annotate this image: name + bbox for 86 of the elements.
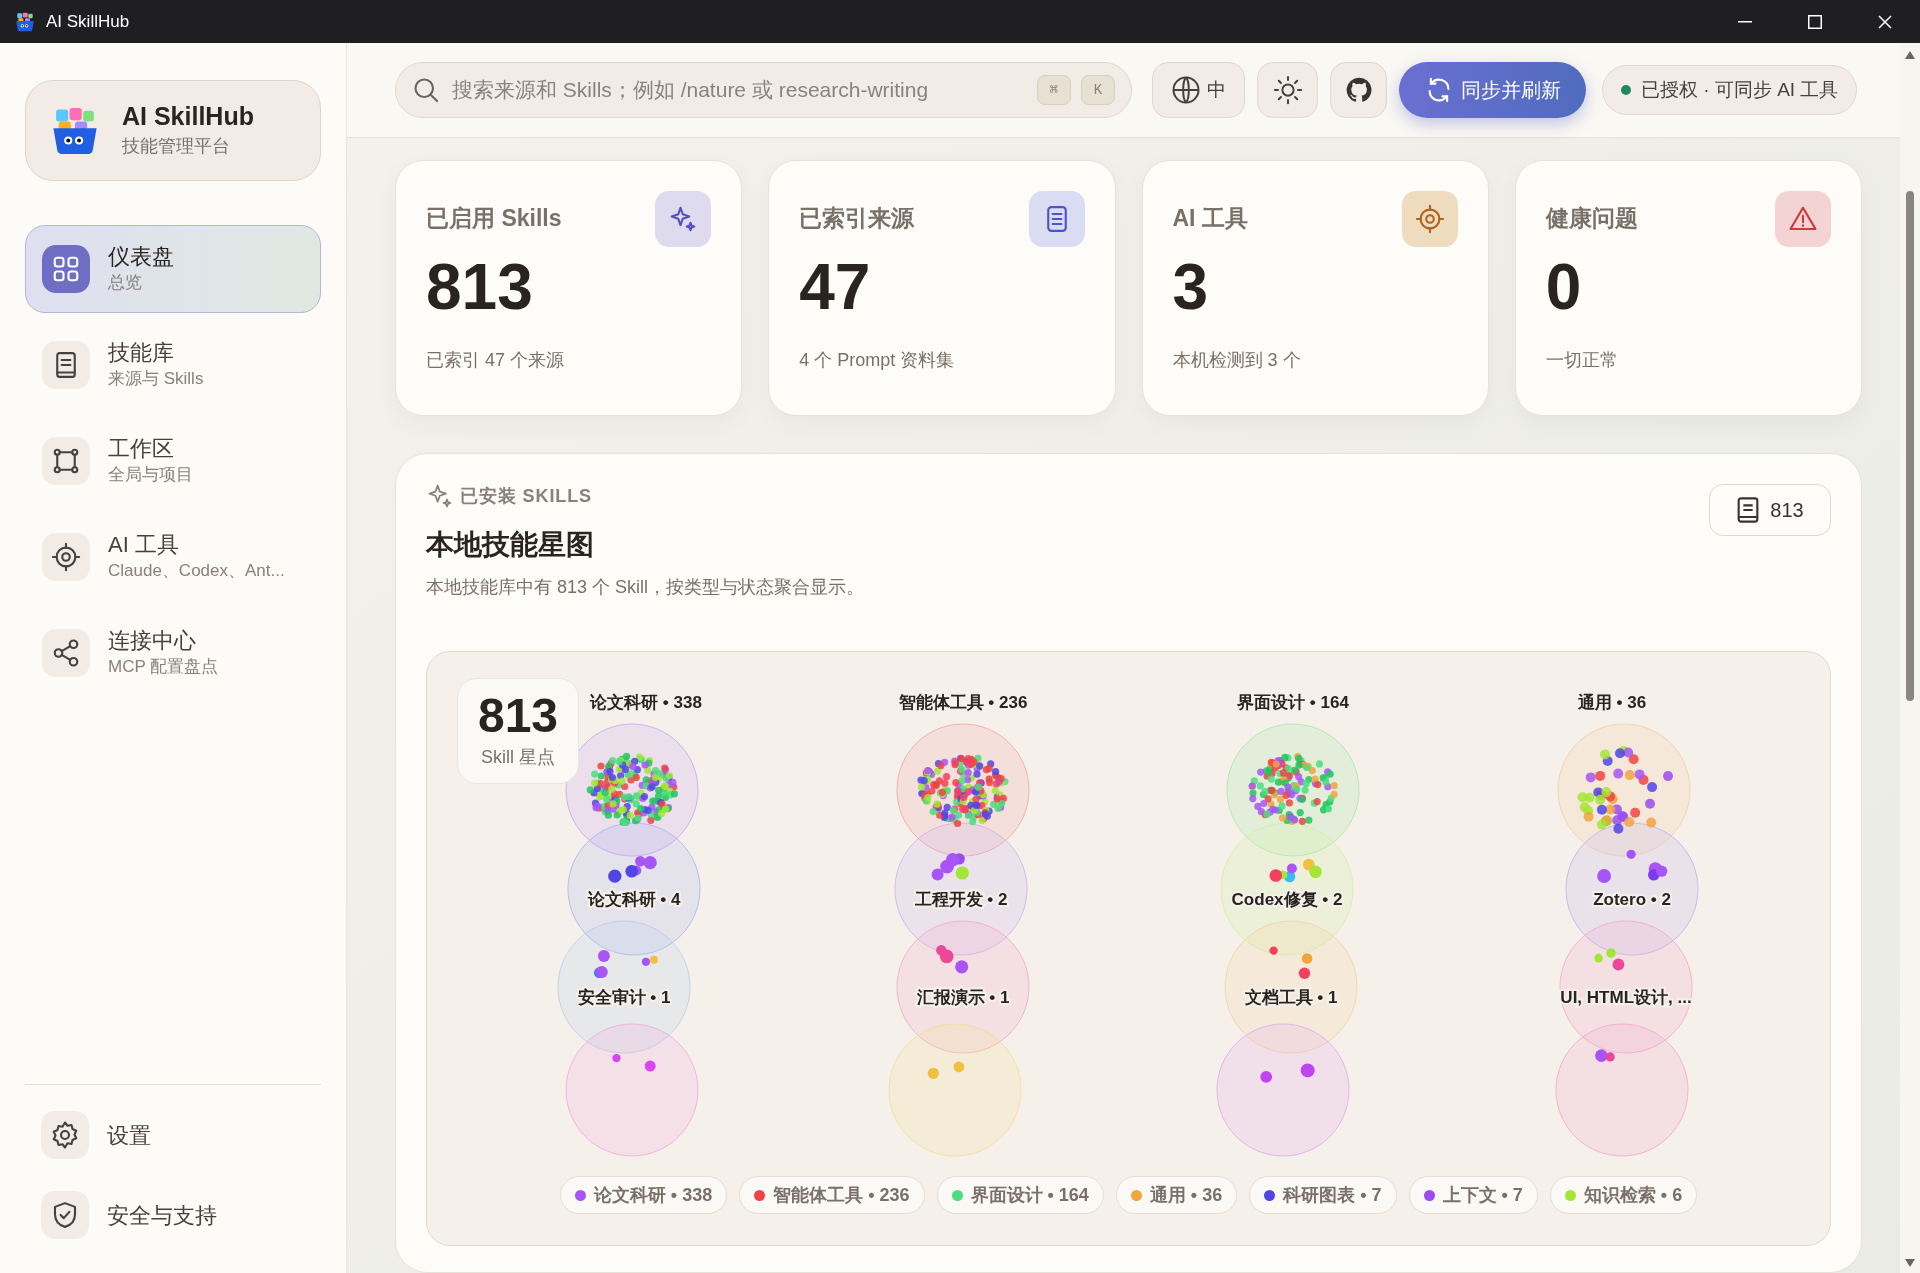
globe-icon <box>1171 75 1201 105</box>
cluster-label: UI, HTML设计, ... <box>1560 988 1692 1007</box>
legend-label: 界面设计 • 164 <box>970 1183 1089 1207</box>
cluster-label: Codex修复 • 2 <box>1231 890 1343 909</box>
skill-dots-drawing <box>935 945 968 974</box>
count-badge: 813 <box>1709 484 1831 536</box>
nav-item[interactable]: 工作区 全局与项目 <box>25 417 321 505</box>
skill-dots-drawing <box>1269 946 1313 979</box>
nav-item[interactable]: AI 工具 Claude、Codex、Ant... <box>25 513 321 601</box>
section-eyebrow: 已安装 SKILLS <box>460 484 592 508</box>
stat-title: 已索引来源 <box>799 204 915 233</box>
skill-dots-drawing <box>1597 849 1668 883</box>
legend-label: 上下文 • 7 <box>1442 1183 1523 1207</box>
sync-button[interactable]: 同步并刷新 <box>1399 62 1586 118</box>
shortcut-key: ⌘ <box>1037 75 1071 105</box>
stat-title: 已启用 Skills <box>426 204 562 233</box>
cluster-title: 界面设计 • 164 <box>1237 693 1350 712</box>
stat-note: 本机检测到 3 个 <box>1172 349 1302 372</box>
stat-note: 已索引 47 个来源 <box>426 349 566 372</box>
search-input[interactable]: 搜索来源和 Skills；例如 /nature 或 research-writing <box>452 74 1025 106</box>
target-icon <box>1414 204 1445 234</box>
brand-name: AI SkillHub <box>122 101 254 133</box>
skill-dots-drawing <box>1595 1049 1615 1062</box>
legend-label: 科研图表 • 7 <box>1283 1183 1382 1207</box>
app-logo-icon <box>14 10 36 33</box>
cluster-title: 通用 • 36 <box>1577 693 1647 712</box>
sparkle-icon <box>426 482 454 510</box>
window-title: AI SkillHub <box>46 10 130 33</box>
nav-item[interactable]: 设置 <box>25 1107 321 1163</box>
cluster-label: 汇报演示 • 1 <box>916 988 1010 1007</box>
section-title: 本地技能星图 <box>426 528 595 562</box>
cluster-label: 论文科研 • 4 <box>587 890 681 909</box>
stat-value: 47 <box>799 255 872 319</box>
minimize-icon <box>1738 20 1752 23</box>
search-icon <box>412 76 440 104</box>
stat-value: 3 <box>1172 255 1210 319</box>
stat-value: 0 <box>1545 255 1583 319</box>
cluster-label: Zotero • 2 <box>1593 890 1671 909</box>
skill-dots-drawing <box>1594 948 1625 971</box>
cat-logo-icon <box>1344 76 1373 104</box>
stat-note: 4 个 Prompt 资料集 <box>799 349 956 372</box>
skill-dots-drawing <box>612 1053 656 1072</box>
cluster-title: 智能体工具 • 236 <box>898 693 1027 712</box>
brand-subtitle: 技能管理平台 <box>122 134 231 158</box>
settings-icon <box>50 1120 80 1150</box>
skill-dots-drawing <box>931 853 969 881</box>
cluster-label: 文档工具 • 1 <box>1244 988 1338 1007</box>
frame-icon <box>51 446 81 476</box>
status-text: 已授权 · 可同步 AI 工具 <box>1641 77 1839 102</box>
cluster-title: 论文科研 • 338 <box>590 693 702 712</box>
stat-title: 健康问题 <box>1545 204 1638 233</box>
github-button[interactable] <box>1330 62 1387 118</box>
nav-item[interactable]: 连接中心 MCP 配置盘点 <box>25 609 321 697</box>
share-icon <box>51 638 81 668</box>
shortcut-key: K <box>1081 75 1115 105</box>
skill-dots-drawing <box>593 949 658 978</box>
total-label: Skill 星点 <box>481 745 555 769</box>
language-button[interactable]: 中 <box>1152 62 1245 118</box>
target-icon <box>51 542 81 572</box>
stat-title: AI 工具 <box>1172 204 1248 233</box>
nav-item[interactable]: 安全与支持 <box>25 1187 321 1243</box>
legend-label: 知识检索 • 6 <box>1583 1183 1683 1207</box>
legend-label: 论文科研 • 338 <box>593 1183 713 1207</box>
legend-label: 智能体工具 • 236 <box>773 1183 910 1207</box>
skill-dots-drawing <box>927 1061 964 1079</box>
legend-label: 通用 • 36 <box>1149 1183 1223 1207</box>
scroll-down-icon[interactable] <box>1905 1259 1915 1267</box>
skill-dots-drawing <box>1260 1063 1316 1083</box>
grid-icon <box>51 254 81 284</box>
stat-value: 813 <box>426 255 534 319</box>
total-count: 813 <box>477 691 559 740</box>
skill-dots-drawing <box>1269 858 1323 883</box>
nav-item[interactable]: 技能库 来源与 Skills <box>25 321 321 409</box>
cluster-label: 安全审计 • 1 <box>577 988 671 1007</box>
cluster-label: 工程开发 • 2 <box>914 890 1008 909</box>
sun-icon <box>1272 75 1303 105</box>
nav-item[interactable]: 仪表盘 总览 <box>25 225 321 313</box>
scroll-up-icon[interactable] <box>1905 51 1915 59</box>
theme-button[interactable] <box>1257 62 1318 118</box>
book-icon <box>1736 496 1761 524</box>
stat-note: 一切正常 <box>1545 349 1619 372</box>
skill-dots-drawing <box>608 856 657 883</box>
close-icon <box>1878 14 1892 29</box>
maximize-icon <box>1808 14 1822 29</box>
section-description: 本地技能库中有 813 个 Skill，按类型与状态聚合显示。 <box>426 576 865 599</box>
scrollbar-thumb[interactable] <box>1906 191 1914 701</box>
